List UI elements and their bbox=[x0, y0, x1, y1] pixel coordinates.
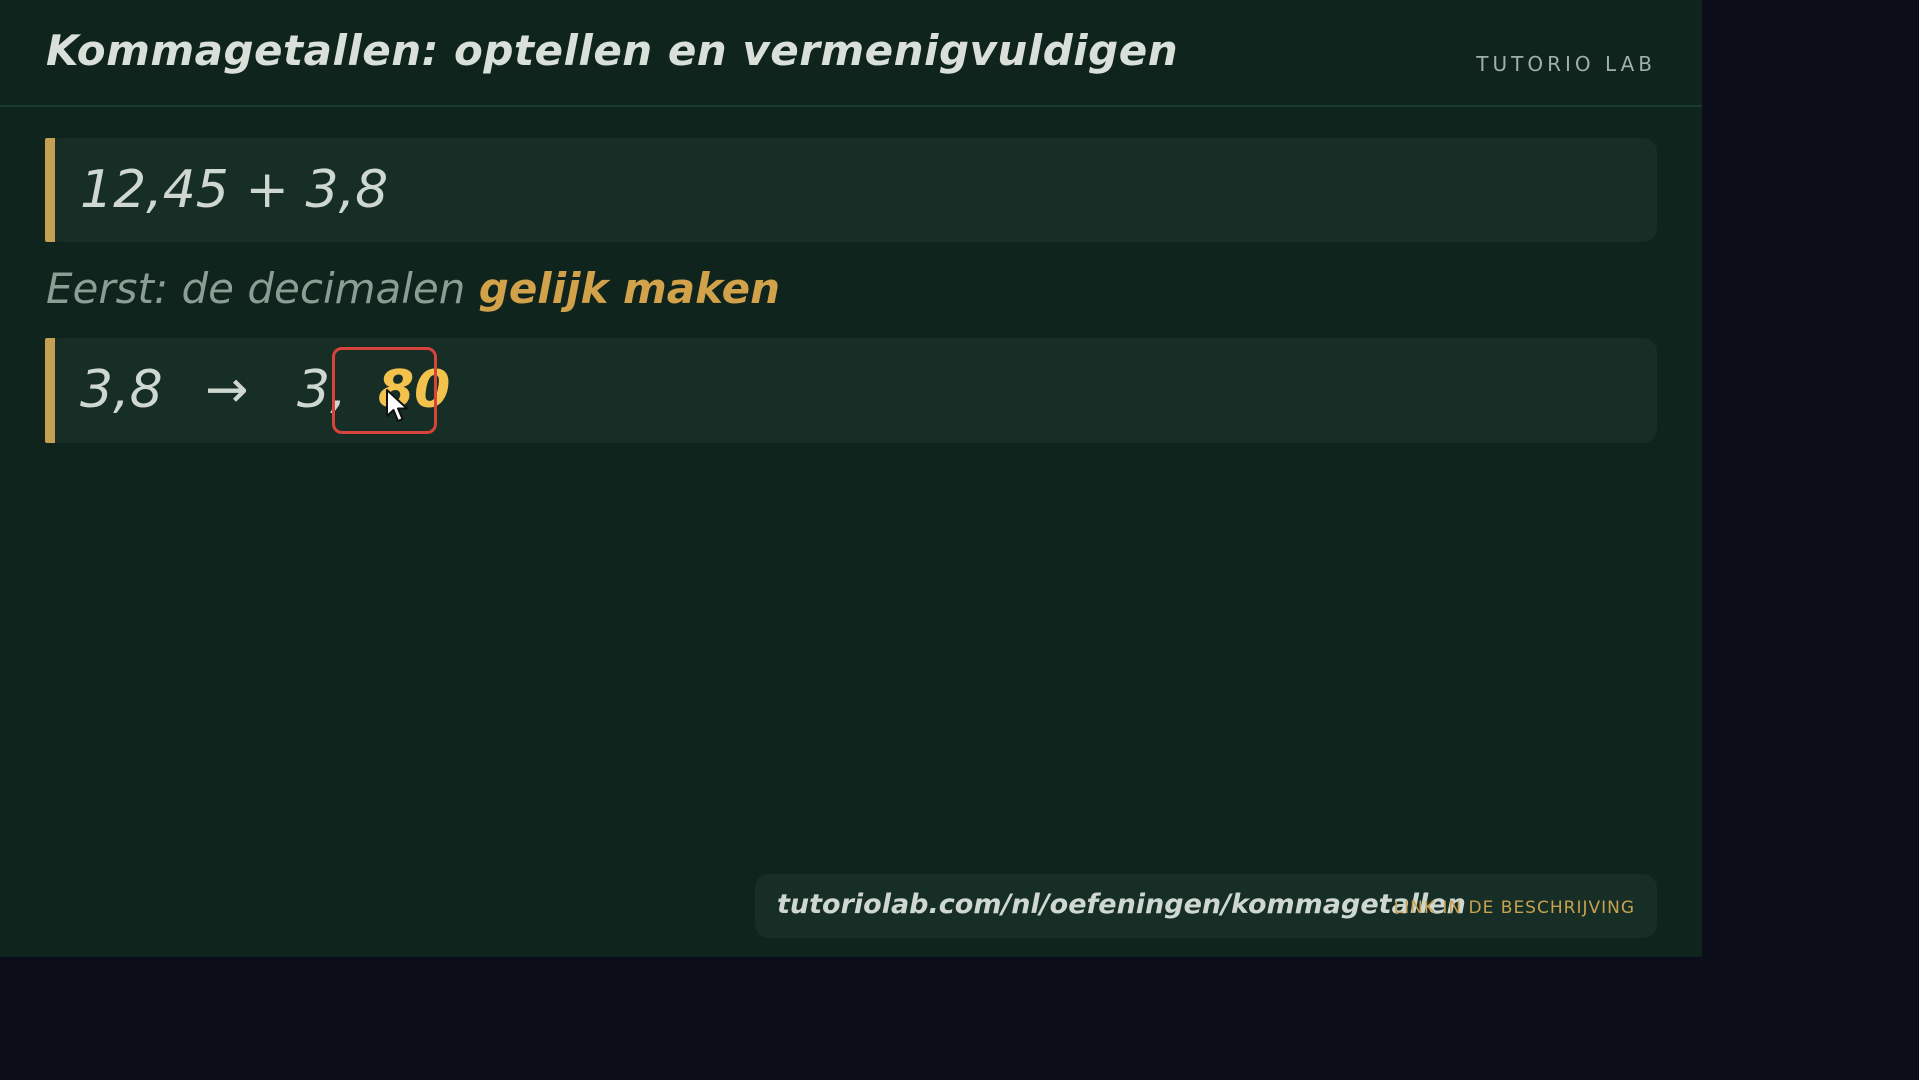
arrow-right-icon: → bbox=[205, 360, 249, 420]
page-title: Kommagetallen: optellen en vermenigvuldi… bbox=[46, 26, 1179, 75]
step-highlight: gelijk maken bbox=[478, 264, 780, 313]
footer-note: LINK IN DE BESCHRIJVING bbox=[1393, 898, 1635, 918]
footer-url[interactable]: tutoriolab.com/nl/oefeningen/kommagetall… bbox=[777, 889, 1466, 920]
problem-expression: 12,45 + 3,8 bbox=[80, 160, 389, 220]
lesson-slide: Kommagetallen: optellen en vermenigvuldi… bbox=[0, 0, 1702, 957]
slide-header: Kommagetallen: optellen en vermenigvuldi… bbox=[0, 0, 1702, 107]
step-instruction: Eerst: de decimalen gelijk maken bbox=[46, 264, 780, 313]
transform-card: 3,8 → 3, 80 bbox=[45, 338, 1657, 443]
brand-logo-text: TUTORIO LAB bbox=[1476, 52, 1656, 76]
problem-card: 12,45 + 3,8 bbox=[45, 138, 1657, 242]
footer-link-pill[interactable]: tutoriolab.com/nl/oefeningen/kommagetall… bbox=[755, 874, 1657, 938]
step-prefix: Eerst: de decimalen bbox=[46, 264, 479, 313]
mouse-pointer-icon bbox=[386, 389, 408, 422]
transform-from: 3,8 bbox=[80, 360, 163, 420]
